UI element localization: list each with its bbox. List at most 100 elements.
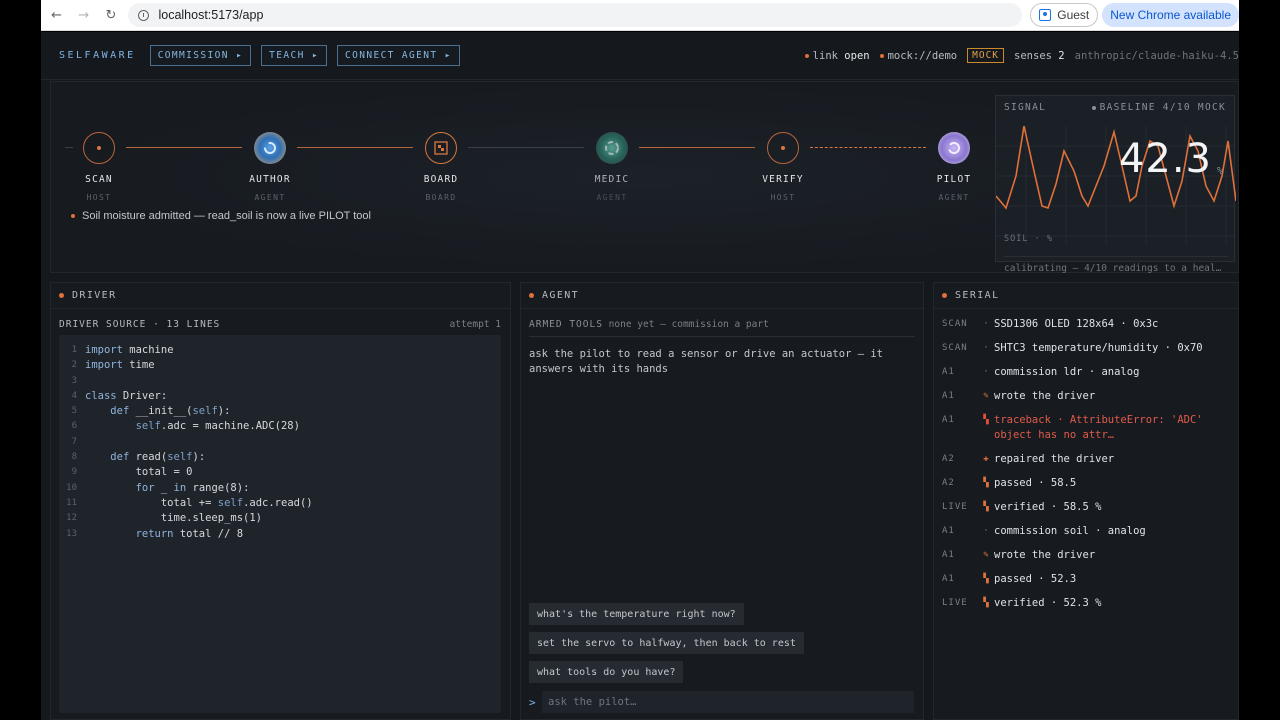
site-info-icon[interactable] (138, 9, 150, 21)
pipeline-status-text: Soil moisture admitted — read_soil is no… (82, 210, 371, 222)
prompt-caret: > (529, 695, 536, 709)
driver-attempt: attempt 1 (449, 319, 501, 330)
connect-agent-menu-button[interactable]: CONNECT AGENT ▸ (336, 45, 460, 66)
profile-button[interactable]: Guest (1030, 3, 1099, 27)
status-icon: ▚ (983, 574, 989, 584)
address-bar[interactable]: localhost:5173/app (128, 3, 1023, 27)
serial-panel: SERIAL SCAN · SSD1306 OLED 128x64 · 0x3c SC… (933, 282, 1239, 720)
serial-title: SERIAL (955, 290, 1000, 301)
serial-message: SSD1306 OLED 128x64 · 0x3c (994, 318, 1159, 330)
driver-title: DRIVER (72, 290, 117, 301)
pipeline-connector (468, 147, 584, 148)
app-header: SELFAWARE COMMISSION ▸ TEACH ▸ CONNECT A… (41, 32, 1239, 80)
status-icon: ▚ (983, 478, 989, 488)
signal-card: SIGNAL BASELINE 4/10 MOCK 42.3 % SOIL · … (995, 95, 1236, 274)
status-icon: ▚ (983, 598, 989, 608)
code-line: 10 for _ in range(8): (59, 481, 501, 496)
serial-message: passed · 58.5 (994, 477, 1077, 489)
teach-menu-button[interactable]: TEACH ▸ (261, 45, 327, 66)
step-scan[interactable]: SCAN HOST (69, 132, 129, 202)
serial-tag: LIVE (942, 598, 968, 608)
step-medic[interactable]: MEDIC AGENT (582, 132, 642, 202)
author-icon (254, 132, 286, 164)
code-line: 13 return total // 8 (59, 527, 501, 542)
code-text: class Driver: (85, 389, 168, 402)
suggestion-chip[interactable]: what tools do you have? (529, 661, 684, 683)
code-editor[interactable]: 1 import machine 2 import time 3 4 class Drive… (59, 335, 501, 713)
line-number: 2 (71, 360, 77, 371)
step-type: AGENT (254, 193, 286, 202)
driver-panel: DRIVER DRIVER SOURCE · 13 LINES attempt … (50, 282, 511, 720)
agent-message: ask the pilot to read a sensor or drive … (529, 348, 884, 375)
forward-icon[interactable]: → (72, 3, 95, 27)
step-verify[interactable]: VERIFY HOST (753, 132, 813, 202)
baseline-label: BASELINE 4/10 (1099, 102, 1191, 113)
code-text: return total // 8 (135, 527, 244, 540)
serial-message: repaired the driver (994, 453, 1115, 465)
commission-menu-button[interactable]: COMMISSION ▸ (149, 45, 252, 66)
serial-tag: A1 (942, 526, 955, 536)
link-status: link open (804, 49, 870, 62)
app-root: SELFAWARE COMMISSION ▸ TEACH ▸ CONNECT A… (41, 32, 1239, 720)
signal-value: 42.3 (1118, 136, 1212, 182)
step-type: AGENT (938, 193, 970, 202)
update-chrome-button[interactable]: New Chrome available (1102, 3, 1239, 27)
status-icon: ▚ (983, 415, 989, 425)
line-number: 3 (71, 375, 77, 386)
serial-message: SHTC3 temperature/humidity · 0x70 (994, 342, 1203, 354)
signal-baseline: BASELINE 4/10 MOCK (1091, 102, 1226, 113)
profile-label: Guest (1057, 8, 1090, 22)
suggestion-chip[interactable]: what's the temperature right now? (529, 603, 744, 625)
line-number: 13 (66, 528, 77, 539)
senses-count: senses 2 (1014, 50, 1065, 62)
line-number: 8 (71, 452, 77, 463)
back-icon[interactable]: ← (45, 3, 68, 27)
step-name: PILOT (936, 174, 972, 185)
pipeline-connector (810, 147, 926, 148)
dot-icon: · (983, 319, 989, 329)
step-author[interactable]: AUTHOR AGENT (240, 132, 300, 202)
signal-axis-label: SOIL · % (1004, 234, 1053, 244)
serial-tag: A2 (942, 454, 955, 464)
link-value: open (844, 49, 870, 62)
pen-icon: ✎ (983, 391, 989, 401)
serial-log[interactable]: SCAN · SSD1306 OLED 128x64 · 0x3c SCAN · SHTC… (934, 309, 1238, 611)
code-line: 6 self.adc = machine.ADC(28) (59, 419, 501, 434)
step-name: VERIFY (762, 174, 804, 185)
pilot-input[interactable] (542, 691, 914, 713)
serial-row: A1 ✎ wrote the driver (934, 389, 1238, 404)
serial-row: A1 ✎ wrote the driver (934, 548, 1238, 563)
agent-panel: AGENT ARMED TOOLS none yet — commission … (520, 282, 924, 720)
code-line: 4 class Driver: (59, 389, 501, 404)
code-line: 7 (59, 435, 501, 450)
serial-tag: LIVE (942, 502, 968, 512)
step-type: BOARD (425, 193, 457, 202)
serial-message: wrote the driver (994, 390, 1096, 402)
link-status-dot (804, 53, 809, 58)
agent-dot (529, 293, 534, 298)
code-line: 12 time.sleep_ms(1) (59, 511, 501, 526)
serial-message: traceback · AttributeError: 'ADC' object… (994, 414, 1203, 441)
serial-row: A1 · commission ldr · analog (934, 365, 1238, 380)
code-text: import time (85, 359, 155, 372)
step-pilot[interactable]: PILOT AGENT (924, 132, 984, 202)
reload-icon[interactable]: ↻ (99, 3, 122, 27)
suggestion-chip[interactable]: set the servo to halfway, then back to r… (529, 632, 804, 654)
profile-icon (1039, 9, 1052, 21)
code-text: def read(self): (110, 451, 206, 464)
brand-logo: SELFAWARE (59, 50, 136, 61)
signal-header: SIGNAL BASELINE 4/10 MOCK (996, 96, 1234, 113)
senses-label: senses (1014, 49, 1052, 62)
mock-source-label: mock://demo (887, 49, 958, 62)
step-board[interactable]: BOARD BOARD (411, 132, 471, 202)
serial-message: commission ldr · analog (994, 366, 1140, 378)
pipeline-panel: SCAN HOST AUTHOR AGENT BOARD BOARD MEDIC… (50, 81, 1239, 274)
mock-source-dot (879, 53, 884, 58)
status-dot (71, 214, 75, 219)
serial-message: verified · 58.5 % (994, 501, 1102, 513)
prompt-row: > (529, 691, 914, 713)
senses-value: 2 (1058, 49, 1065, 62)
serial-message: commission soil · analog (994, 525, 1146, 537)
pipeline-status: Soil moisture admitted — read_soil is no… (71, 210, 371, 222)
driver-source-label: DRIVER SOURCE · 13 LINES (59, 319, 221, 330)
